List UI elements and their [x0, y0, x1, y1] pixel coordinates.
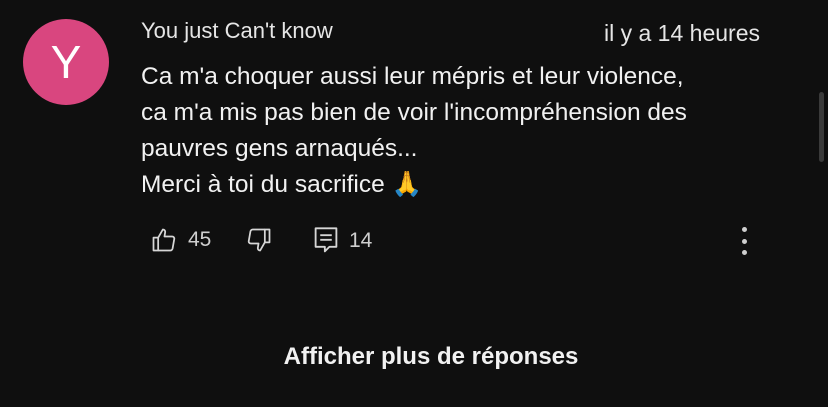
like-button[interactable]: 45 — [150, 226, 211, 254]
scrollbar[interactable] — [819, 92, 824, 162]
like-count: 45 — [188, 228, 212, 251]
avatar[interactable]: Y — [23, 19, 109, 105]
more-vertical-icon — [741, 250, 747, 255]
reply-button[interactable]: 14 — [313, 226, 372, 256]
comment-text-line: pauvres gens arnaqués... — [141, 135, 418, 162]
more-vertical-icon — [741, 238, 747, 244]
show-more-replies-button[interactable]: Afficher plus de réponses — [0, 343, 828, 371]
comment-text: Ca m'a choquer aussi leur mépris et leur… — [141, 59, 781, 203]
thumbs-up-icon — [150, 226, 178, 254]
reply-comment-icon — [313, 226, 339, 256]
more-options-button[interactable] — [734, 224, 754, 258]
dislike-button[interactable] — [245, 226, 273, 254]
comment-timestamp[interactable]: il y a 14 heures — [604, 20, 760, 47]
comment-actions: 45 14 — [0, 220, 828, 264]
avatar-letter: Y — [50, 36, 82, 88]
more-vertical-icon — [741, 227, 747, 232]
comment-card: Y You just Can't know il y a 14 heures C… — [0, 0, 828, 300]
reply-count: 14 — [349, 229, 373, 252]
comment-text-line: Merci à toi du sacrifice 🙏 — [141, 171, 423, 198]
comment-text-line: Ca m'a choquer aussi leur mépris et leur… — [141, 63, 684, 90]
thumbs-down-icon — [245, 226, 273, 254]
comment-author[interactable]: You just Can't know — [141, 18, 333, 44]
comment-text-line: ca m'a mis pas bien de voir l'incompréhe… — [141, 99, 687, 126]
